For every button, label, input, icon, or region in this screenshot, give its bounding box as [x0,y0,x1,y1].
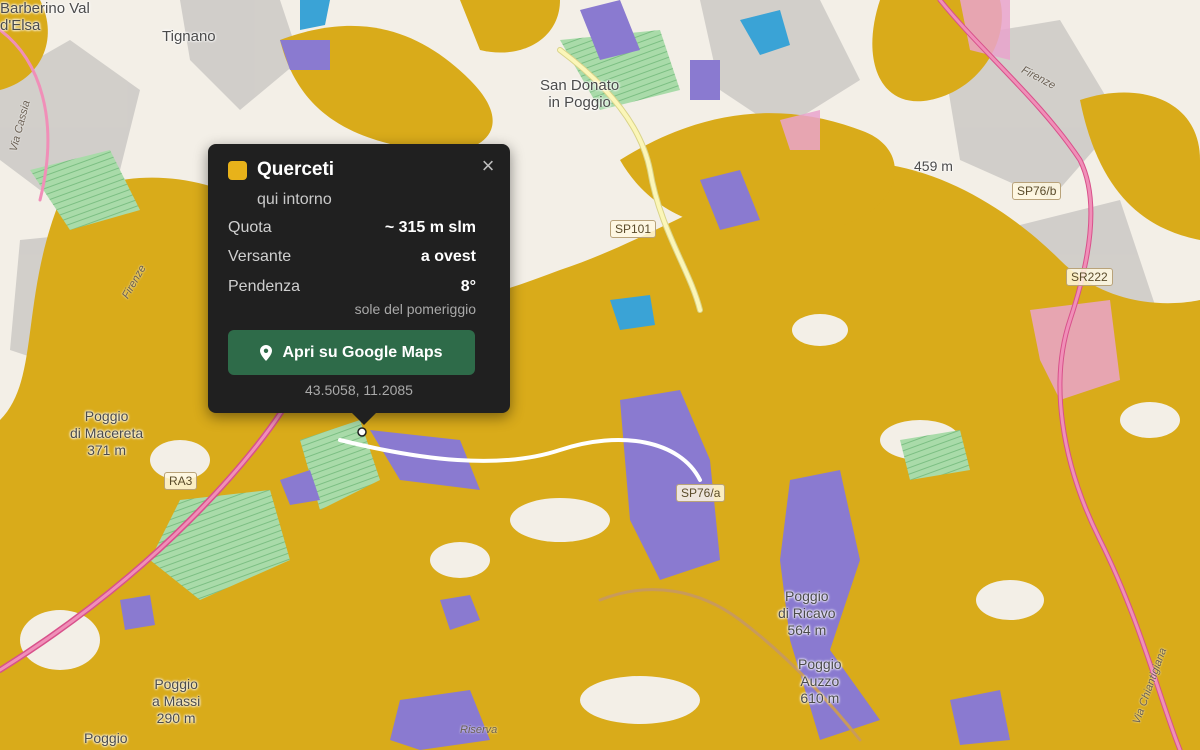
road-shield-sp101: SP101 [610,220,657,238]
place-label-poggio-massi: Poggio a Massi 290 m [152,676,200,727]
place-label-poggio-bottom: Poggio [84,730,128,747]
elevation-label: 610 m [800,690,840,706]
place-name: di Macereta [70,425,144,441]
place-name: Tignano [162,28,216,45]
close-icon[interactable]: × [478,155,498,177]
info-label: Versante [228,248,292,265]
info-value: 8° [460,278,476,295]
road-shield-ra3: RA3 [164,472,198,490]
place-label-poggio-macereta: Poggio di Macereta 371 m [70,408,143,459]
info-value: ~ 315 m slm [384,219,476,236]
place-name: in Poggio [548,94,611,111]
location-marker [357,427,367,437]
legend-swatch [228,161,247,180]
info-row-pendenza: Pendenza 8° [228,278,476,296]
place-name: Poggio [154,676,198,692]
place-name: d'Elsa [0,17,41,34]
road-label-riserva: Riserva [460,724,498,736]
popup-subtitle: qui intorno [257,191,332,208]
place-label-peak: 459 m [914,158,953,175]
place-label-tignano: Tignano [162,28,216,45]
info-label: Quota [228,219,272,236]
place-name: Poggio [84,730,128,746]
place-name: di Ricavo [778,605,836,621]
place-name: a Massi [152,693,201,709]
place-label-san-donato: San Donato in Poggio [540,77,619,111]
place-name: Auzzo [800,673,840,689]
place-name: Poggio [84,408,129,424]
info-value: a ovest [420,248,476,265]
road-shield-sp76a: SP76/a [676,484,726,502]
place-label-poggio-auzzo: Poggio Auzzo 610 m [798,656,842,707]
road-shield-sr222: SR222 [1066,268,1113,286]
place-name: Poggio [798,656,842,672]
popup-tip [352,413,376,425]
elevation-label: 564 m [787,622,827,638]
elevation-label: 290 m [156,710,196,726]
info-row-versante: Versante a ovest [228,248,476,266]
info-label: Pendenza [228,278,301,295]
map-tiles[interactable] [0,0,1200,750]
road-shield-sp76b: SP76/b [1012,182,1062,200]
open-google-maps-button[interactable]: Apri su Google Maps [228,330,475,375]
place-name: Poggio [785,588,829,604]
popup-title: Querceti [257,159,335,180]
slope-note: sole del pomeriggio [354,301,476,317]
button-label: Apri su Google Maps [282,343,443,361]
map-canvas[interactable]: Barberino Val d'Elsa Tignano San Donato … [0,0,1200,750]
place-name: San Donato [540,77,620,94]
place-label-barberino: Barberino Val d'Elsa [0,0,90,34]
elevation-label: 371 m [87,442,127,458]
coordinates-text: 43.5058, 11.2085 [305,382,413,398]
elevation-label: 459 m [914,158,953,174]
info-row-quota: Quota ~ 315 m slm [228,219,476,237]
info-popup: Querceti × qui intorno Quota ~ 315 m slm… [208,144,510,425]
place-name: Barberino Val [0,0,90,17]
map-pin-icon [260,344,273,361]
place-label-poggio-ricavo: Poggio di Ricavo 564 m [778,588,836,639]
